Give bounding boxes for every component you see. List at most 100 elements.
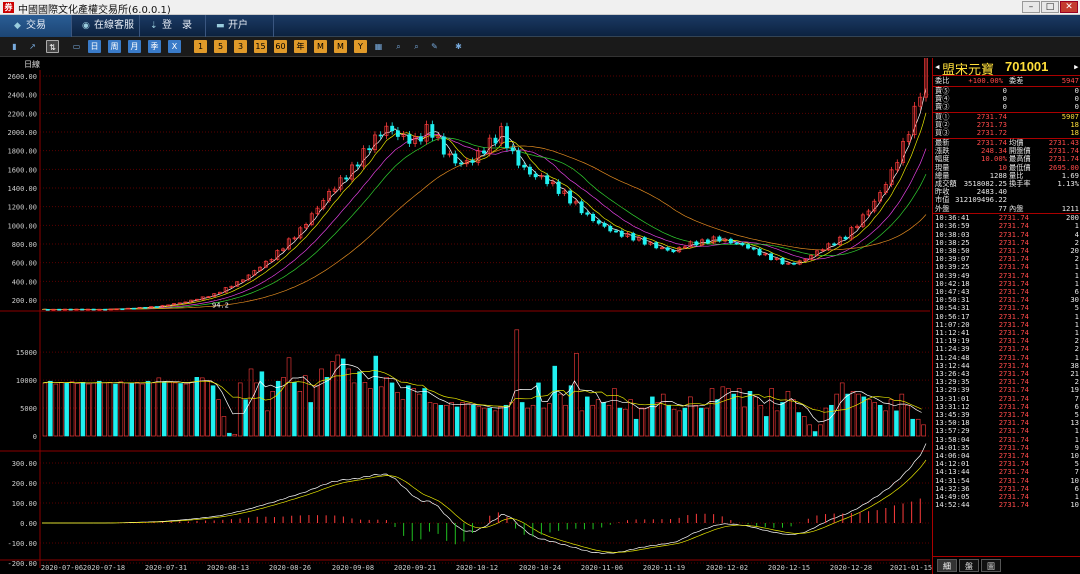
week-button[interactable]: 周 xyxy=(108,40,121,53)
panel-tab-1[interactable]: 盤 xyxy=(959,559,979,572)
volume-bar xyxy=(129,383,134,437)
volume-bar xyxy=(199,377,205,437)
chat-icon: ◉ xyxy=(82,21,90,31)
volume-bar xyxy=(444,404,449,437)
candle-body xyxy=(390,125,395,132)
panel-tab-0[interactable]: 細 xyxy=(937,559,957,572)
kline-chart[interactable]: 日線 2600.00 2400.00 2200.00 2000.00 1800.00 160… xyxy=(0,58,932,574)
price-tick-label: 2600.00 xyxy=(7,73,37,81)
date-tick-label: 2020-07-18 xyxy=(83,564,125,572)
volume-bar xyxy=(731,393,736,437)
ma20-line xyxy=(41,133,927,310)
x-button[interactable]: X xyxy=(168,40,181,53)
volume-bar xyxy=(308,402,313,437)
tab-online-service[interactable]: ◉ 在線客服 xyxy=(72,15,140,37)
volume-bar xyxy=(758,404,764,437)
volume-bar xyxy=(454,406,460,437)
window-icon[interactable]: ▭ xyxy=(70,40,83,53)
date-tick-label: 2020-08-13 xyxy=(207,564,249,572)
price-tick-label: 2000.00 xyxy=(7,129,37,137)
min15-button[interactable]: 15 xyxy=(254,40,267,53)
macd-tick-label: 300.00 xyxy=(12,460,37,468)
volume-bar xyxy=(42,382,48,437)
m-button[interactable]: M xyxy=(314,40,327,53)
volume-bar xyxy=(378,386,384,437)
volume-bar xyxy=(145,380,151,437)
volume-bar xyxy=(861,396,867,437)
volume-bar xyxy=(460,402,465,437)
volume-bar xyxy=(541,407,547,437)
candle-body xyxy=(527,166,532,175)
date-tick-label: 2020-10-12 xyxy=(456,564,498,572)
m2-button[interactable]: M xyxy=(334,40,347,53)
year-button[interactable]: 年 xyxy=(294,40,307,53)
next-stock-icon[interactable]: ▸ xyxy=(1073,60,1080,73)
macd-tick-label: -200.00 xyxy=(7,560,37,568)
settings-icon[interactable]: ✱ xyxy=(452,40,465,53)
y-button[interactable]: Y xyxy=(354,40,367,53)
chart-toolbar: ▮ ↗ ⇅ ▭ 日周月季 X 1 5 3 15 60 年 M M Y ▦ ⌕ ⌕ ✎ ✱ xyxy=(0,37,1080,57)
candle-body xyxy=(378,134,383,137)
price-tick-label: 800.00 xyxy=(12,241,37,249)
min1-button[interactable]: 1 xyxy=(194,40,207,53)
volume-bar xyxy=(487,407,492,437)
zoom-in-icon[interactable]: ⌕ xyxy=(392,40,405,53)
candle-body xyxy=(545,175,550,185)
volume-tick-label: 15000 xyxy=(16,349,37,357)
tab-login[interactable]: ⇣ 登 录 xyxy=(140,15,206,37)
volume-bar xyxy=(140,383,145,437)
volume-bar xyxy=(183,383,189,437)
candle-body xyxy=(740,242,745,246)
volume-bar xyxy=(416,393,422,437)
volume-bar xyxy=(720,386,726,437)
volume-bar xyxy=(519,402,525,437)
bid-ratio-row-cell: 委比 xyxy=(935,76,950,85)
volume-bar xyxy=(476,406,482,437)
volume-bar xyxy=(606,404,612,437)
day-button[interactable]: 日 xyxy=(88,40,101,53)
candle-body xyxy=(430,124,435,138)
price-tick-label: 1000.00 xyxy=(7,222,37,230)
maximize-button[interactable]: □ xyxy=(1041,1,1059,13)
candlestick-icon[interactable]: ⇅ xyxy=(46,40,59,53)
min5-button[interactable]: 5 xyxy=(214,40,227,53)
volume-bar xyxy=(286,357,292,437)
candle-body xyxy=(459,162,463,165)
zoom-out-icon[interactable]: ⌕ xyxy=(410,40,423,53)
volume-bar xyxy=(845,393,850,437)
volume-bar xyxy=(915,418,921,437)
month-button[interactable]: 月 xyxy=(128,40,141,53)
volume-bar xyxy=(400,399,406,437)
volume-bar xyxy=(362,382,368,437)
volume-bar xyxy=(530,404,536,437)
volume-bar xyxy=(764,416,769,437)
price-tick-label: 1800.00 xyxy=(7,148,37,156)
candle-body xyxy=(832,243,837,246)
line-chart-icon[interactable]: ↗ xyxy=(26,40,39,53)
grid-icon[interactable]: ▦ xyxy=(372,40,385,53)
sell-row-cell: 0 xyxy=(1002,102,1007,112)
prev-stock-icon[interactable]: ◂ xyxy=(934,60,941,73)
panel-tab-2[interactable]: 圖 xyxy=(981,559,1001,572)
candle-body xyxy=(556,181,561,194)
bar-chart-icon[interactable]: ▮ xyxy=(8,40,21,53)
tab-open-account[interactable]: ▬ 开户 xyxy=(206,15,274,37)
minimize-button[interactable]: – xyxy=(1022,1,1040,13)
min3-button[interactable]: 3 xyxy=(234,40,247,53)
date-tick-label: 2020-11-19 xyxy=(643,564,685,572)
macd-diff-line xyxy=(42,443,927,554)
candle-body xyxy=(591,213,596,222)
draw-icon[interactable]: ✎ xyxy=(428,40,441,53)
close-button[interactable]: ✕ xyxy=(1060,1,1078,13)
volume-bar xyxy=(189,382,194,437)
candle-body xyxy=(516,150,521,166)
quarter-button[interactable]: 季 xyxy=(148,40,161,53)
volume-bar xyxy=(319,368,324,437)
candle-body xyxy=(143,306,148,309)
volume-bar xyxy=(704,407,709,437)
ma30-line xyxy=(41,137,927,310)
volume-bar xyxy=(265,410,270,437)
candle-body xyxy=(602,222,607,227)
min60-button[interactable]: 60 xyxy=(274,40,287,53)
tab-trade[interactable]: ◆ 交易 xyxy=(0,15,72,37)
